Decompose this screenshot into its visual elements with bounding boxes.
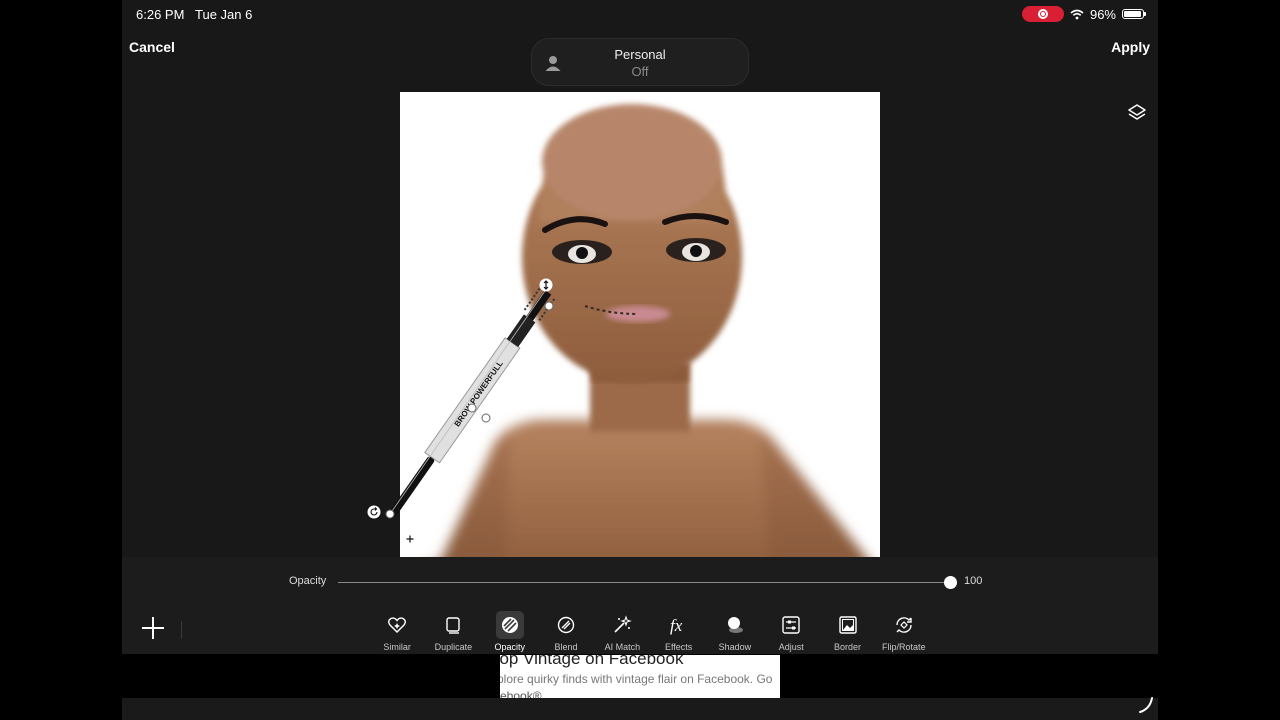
tool-bar: Similar Duplicate Opacity Blend AI Match… [122,609,1158,654]
heart-sparkle-icon [388,617,407,633]
battery-percent: 96% [1089,6,1116,22]
tool-shadow-label: Shadow [718,642,752,652]
tool-flip-rotate[interactable]: Flip/Rotate [876,611,932,653]
status-bar: 6:26 PM Tue Jan 6 96% [122,0,1158,30]
tool-list: Similar Duplicate Opacity Blend AI Match… [369,611,932,653]
tool-blend[interactable]: Blend [538,611,594,653]
tool-effects[interactable]: fx Effects [650,611,706,653]
tool-effects-label: Effects [664,642,693,652]
resize-handle-top[interactable] [544,301,554,311]
tool-opacity-label: Opacity [494,642,525,652]
duplicate-icon [446,617,461,634]
tool-border[interactable]: Border [819,611,875,653]
loading-spinner-icon [1139,697,1153,713]
editor-header: Cancel Personal Off Apply [122,30,1158,86]
rotate-handle-icon[interactable] [367,505,381,519]
resize-handle-bottom[interactable] [385,509,395,519]
toolbar-divider [181,621,182,639]
status-right: 96% [1021,6,1146,22]
opacity-icon [501,617,518,633]
apply-button[interactable]: Apply [1111,39,1150,55]
svg-text:fx: fx [670,616,683,635]
blend-icon [557,616,575,634]
status-date: Tue Jan 6 [195,7,253,22]
battery-icon [1122,9,1146,19]
tool-duplicate-label: Duplicate [434,642,473,652]
pencil-brand-text: BROW POWERFULL [453,359,505,428]
sliders-icon [782,616,800,634]
tool-shadow[interactable]: Shadow [707,611,763,653]
tool-adjust-label: Adjust [778,642,804,652]
flip-rotate-icon [896,617,912,633]
resize-handle-side[interactable] [481,413,491,423]
tool-similar[interactable]: Similar [369,611,425,653]
profile-state: Off [631,64,649,79]
ad-banner[interactable]: hop Vintage on Facebook plore quirky fin… [500,655,780,698]
app-screen: 6:26 PM Tue Jan 6 96% Cancel Personal Of… [122,0,1158,720]
tool-blend-label: Blend [554,642,578,652]
opacity-slider-thumb[interactable] [944,576,957,589]
opacity-slider[interactable] [338,576,957,589]
wifi-icon [1070,9,1084,19]
fx-icon: fx [670,616,683,635]
tool-similar-label: Similar [383,642,411,652]
tool-adjust[interactable]: Adjust [763,611,819,653]
cancel-button[interactable]: Cancel [129,39,175,55]
resize-handle-middle[interactable] [467,403,477,413]
ad-headline: hop Vintage on Facebook [500,655,684,668]
tool-ai-match[interactable]: AI Match [594,611,650,653]
add-handle-icon[interactable] [403,532,417,546]
status-time-date: 6:26 PM Tue Jan 6 [136,7,252,22]
tool-flip-rotate-label: Flip/Rotate [882,642,926,652]
tool-opacity[interactable]: Opacity [482,611,538,653]
profile-name: Personal [614,47,666,62]
brow-pencil-sticker[interactable]: BROW POWERFULL [362,270,572,540]
profile-switcher[interactable]: Personal Off [531,38,749,86]
shadow-icon [727,617,743,633]
opacity-label: Opacity [289,575,327,587]
tool-ai-match-label: AI Match [604,642,641,652]
home-indicator-strip [122,698,1158,720]
ad-sponsor: cebook® [500,689,542,698]
tool-duplicate[interactable]: Duplicate [425,611,481,653]
image-border-icon [838,616,857,634]
stretch-handle-icon[interactable] [539,278,553,292]
screen-record-icon[interactable] [1021,6,1064,22]
layers-icon[interactable] [1126,102,1148,124]
status-time: 6:26 PM [136,7,185,22]
opacity-value: 100 [964,575,983,587]
opacity-panel: Opacity 100 [122,557,1158,609]
plus-icon[interactable] [142,617,164,639]
tool-border-label: Border [834,642,862,652]
magic-wand-icon [614,615,633,633]
ad-description: plore quirky finds with vintage flair on… [500,672,773,686]
